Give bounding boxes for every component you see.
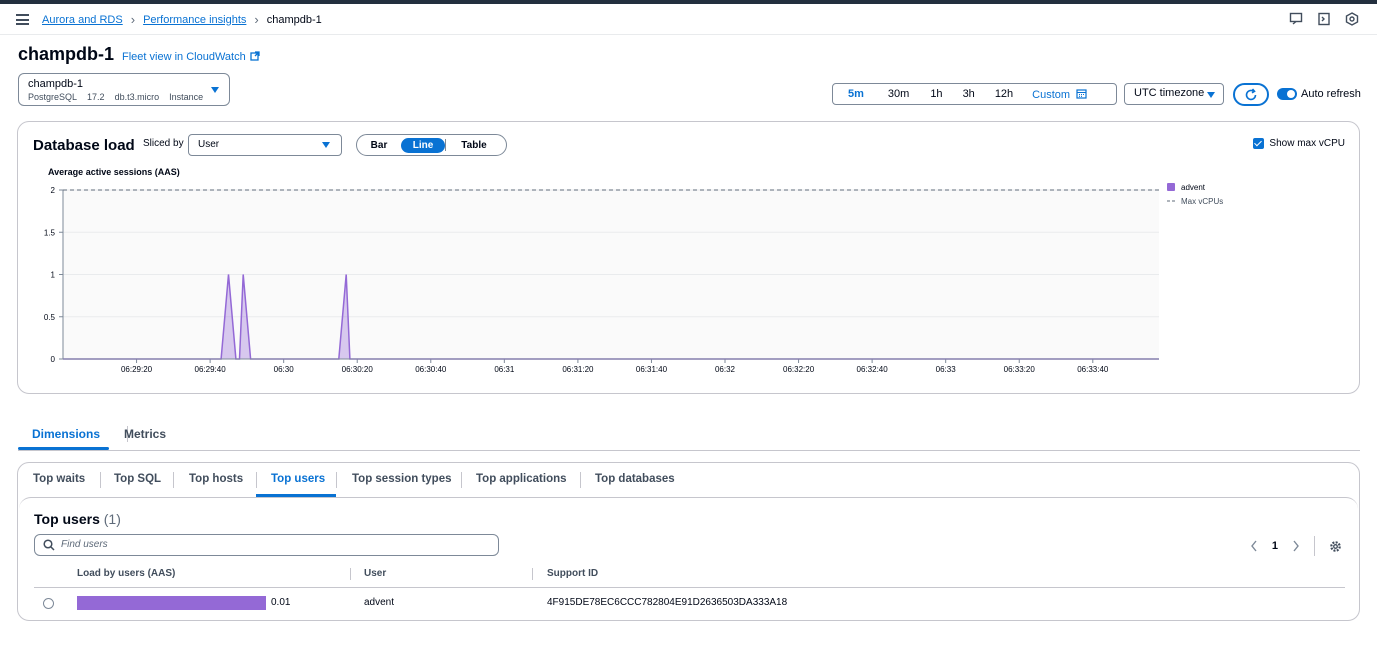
tab-metrics[interactable]: Metrics — [124, 427, 166, 441]
y-tick-label: 0 — [51, 355, 56, 364]
support-id-value: 4F915DE78EC6CCC782804E91D2636503DA333A18 — [547, 597, 788, 608]
breadcrumb-performance-insights[interactable]: Performance insights — [143, 14, 246, 26]
page-title: champdb-1 — [18, 44, 115, 64]
x-tick-label: 06:32 — [715, 365, 736, 374]
settings-hexagon-icon[interactable] — [1345, 12, 1359, 26]
calendar-icon — [1076, 88, 1087, 99]
instance-role: Instance — [169, 92, 204, 102]
x-tick-label: 06:30:40 — [415, 365, 447, 374]
instance-name: champdb-1 — [28, 78, 84, 90]
time-custom[interactable]: Custom — [1024, 88, 1087, 101]
chevron-right-icon[interactable] — [1292, 540, 1300, 552]
time-5m[interactable]: 5m — [833, 88, 875, 100]
x-tick-label: 06:33:40 — [1077, 365, 1109, 374]
instance-class: db.t3.micro — [114, 92, 160, 102]
load-value: 0.01 — [271, 597, 291, 608]
y-tick-label: 2 — [51, 186, 56, 195]
page-number[interactable]: 1 — [1272, 540, 1278, 552]
y-tick-label: 0.5 — [44, 313, 56, 322]
auto-refresh-toggle[interactable] — [1277, 88, 1297, 100]
menu-icon[interactable] — [16, 14, 29, 25]
pagination: 1 — [1250, 536, 1342, 556]
chevron-left-icon[interactable] — [1250, 540, 1258, 552]
tab-top-hosts[interactable]: Top hosts — [189, 473, 243, 485]
top-users-container: Top users (1) Find users 1 Load by users… — [19, 497, 1358, 620]
tab-top-waits[interactable]: Top waits — [33, 473, 85, 485]
tab-top-session-types[interactable]: Top session types — [352, 473, 451, 485]
x-tick-label: 06:31:20 — [562, 365, 594, 374]
tab-top-databases[interactable]: Top databases — [595, 473, 675, 485]
time-30m[interactable]: 30m — [875, 88, 920, 100]
legend-label-advent: advent — [1181, 183, 1206, 192]
gear-icon[interactable] — [1329, 540, 1342, 553]
breadcrumb: Aurora and RDS › Performance insights › … — [42, 12, 322, 27]
x-tick-label: 06:33 — [936, 365, 957, 374]
top-dimensions-panel: Top waits Top SQL Top hosts Top users To… — [17, 462, 1360, 621]
database-load-panel: Database load Sliced by User Bar Line Ta… — [17, 121, 1360, 394]
external-link-icon — [250, 51, 260, 61]
tab-indicator — [18, 447, 109, 450]
tab-top-applications[interactable]: Top applications — [476, 473, 567, 485]
search-icon — [43, 539, 55, 551]
col-load: Load by users (AAS) — [77, 568, 176, 579]
auto-refresh-label: Auto refresh — [1301, 88, 1361, 100]
tab-dimensions[interactable]: Dimensions — [32, 427, 100, 441]
time-12h[interactable]: 12h — [986, 88, 1024, 100]
col-user: User — [364, 568, 387, 579]
caret-down-icon — [211, 87, 219, 93]
x-tick-label: 06:33:20 — [1004, 365, 1036, 374]
x-tick-label: 06:30:20 — [342, 365, 374, 374]
x-tick-label: 06:31:40 — [636, 365, 668, 374]
instance-engine: PostgreSQL — [28, 92, 78, 102]
tab-top-users[interactable]: Top users — [271, 473, 325, 485]
time-range-group: 5m 30m 1h 3h 12h Custom — [832, 83, 1117, 105]
x-tick-label: 06:29:20 — [121, 365, 153, 374]
instance-version: 17.2 — [87, 92, 105, 102]
top-users-title: Top users (1) — [34, 511, 121, 527]
panel-icon[interactable] — [1317, 12, 1331, 26]
database-load-chart: 0 0.5 1 1.5 2 06:29:20 06:29:40 06:30 06:30:20 06… — [44, 183, 1223, 374]
legend-swatch-advent — [1167, 183, 1175, 191]
x-tick-label: 06:29:40 — [195, 365, 227, 374]
feedback-icon[interactable] — [1289, 12, 1303, 26]
load-bar — [77, 596, 266, 610]
x-tick-label: 06:32:40 — [857, 365, 889, 374]
chevron-right-icon: › — [254, 12, 259, 27]
time-1h[interactable]: 1h — [920, 88, 953, 100]
y-tick-label: 1 — [51, 271, 56, 280]
legend-label-max-vcpus: Max vCPUs — [1181, 197, 1223, 206]
breadcrumb-aurora-rds[interactable]: Aurora and RDS — [42, 14, 123, 26]
breadcrumb-current: champdb-1 — [266, 13, 322, 26]
timezone-select[interactable]: UTC timezone — [1124, 83, 1224, 105]
find-users-input[interactable]: Find users — [34, 534, 499, 556]
x-tick-label: 06:30 — [274, 365, 295, 374]
user-value: advent — [364, 597, 395, 608]
caret-down-icon — [1207, 92, 1215, 98]
refresh-icon — [1245, 87, 1257, 100]
tab-top-sql[interactable]: Top SQL — [114, 473, 161, 485]
x-tick-label: 06:31 — [494, 365, 515, 374]
row-radio[interactable] — [43, 598, 54, 609]
fleet-view-link[interactable]: Fleet view in CloudWatch — [122, 51, 260, 63]
x-tick-label: 06:32:20 — [783, 365, 815, 374]
main-tabs: Dimensions Metrics — [18, 420, 1360, 451]
instance-select[interactable]: champdb-1 PostgreSQL 17.2 db.t3.micro Insta… — [18, 73, 230, 106]
chevron-right-icon: › — [130, 12, 136, 27]
col-support-id: Support ID — [547, 568, 599, 579]
refresh-button[interactable] — [1233, 83, 1269, 106]
time-3h[interactable]: 3h — [954, 88, 986, 100]
breadcrumb-bar: Aurora and RDS › Performance insights › … — [0, 4, 1377, 35]
y-tick-label: 1.5 — [44, 228, 56, 237]
